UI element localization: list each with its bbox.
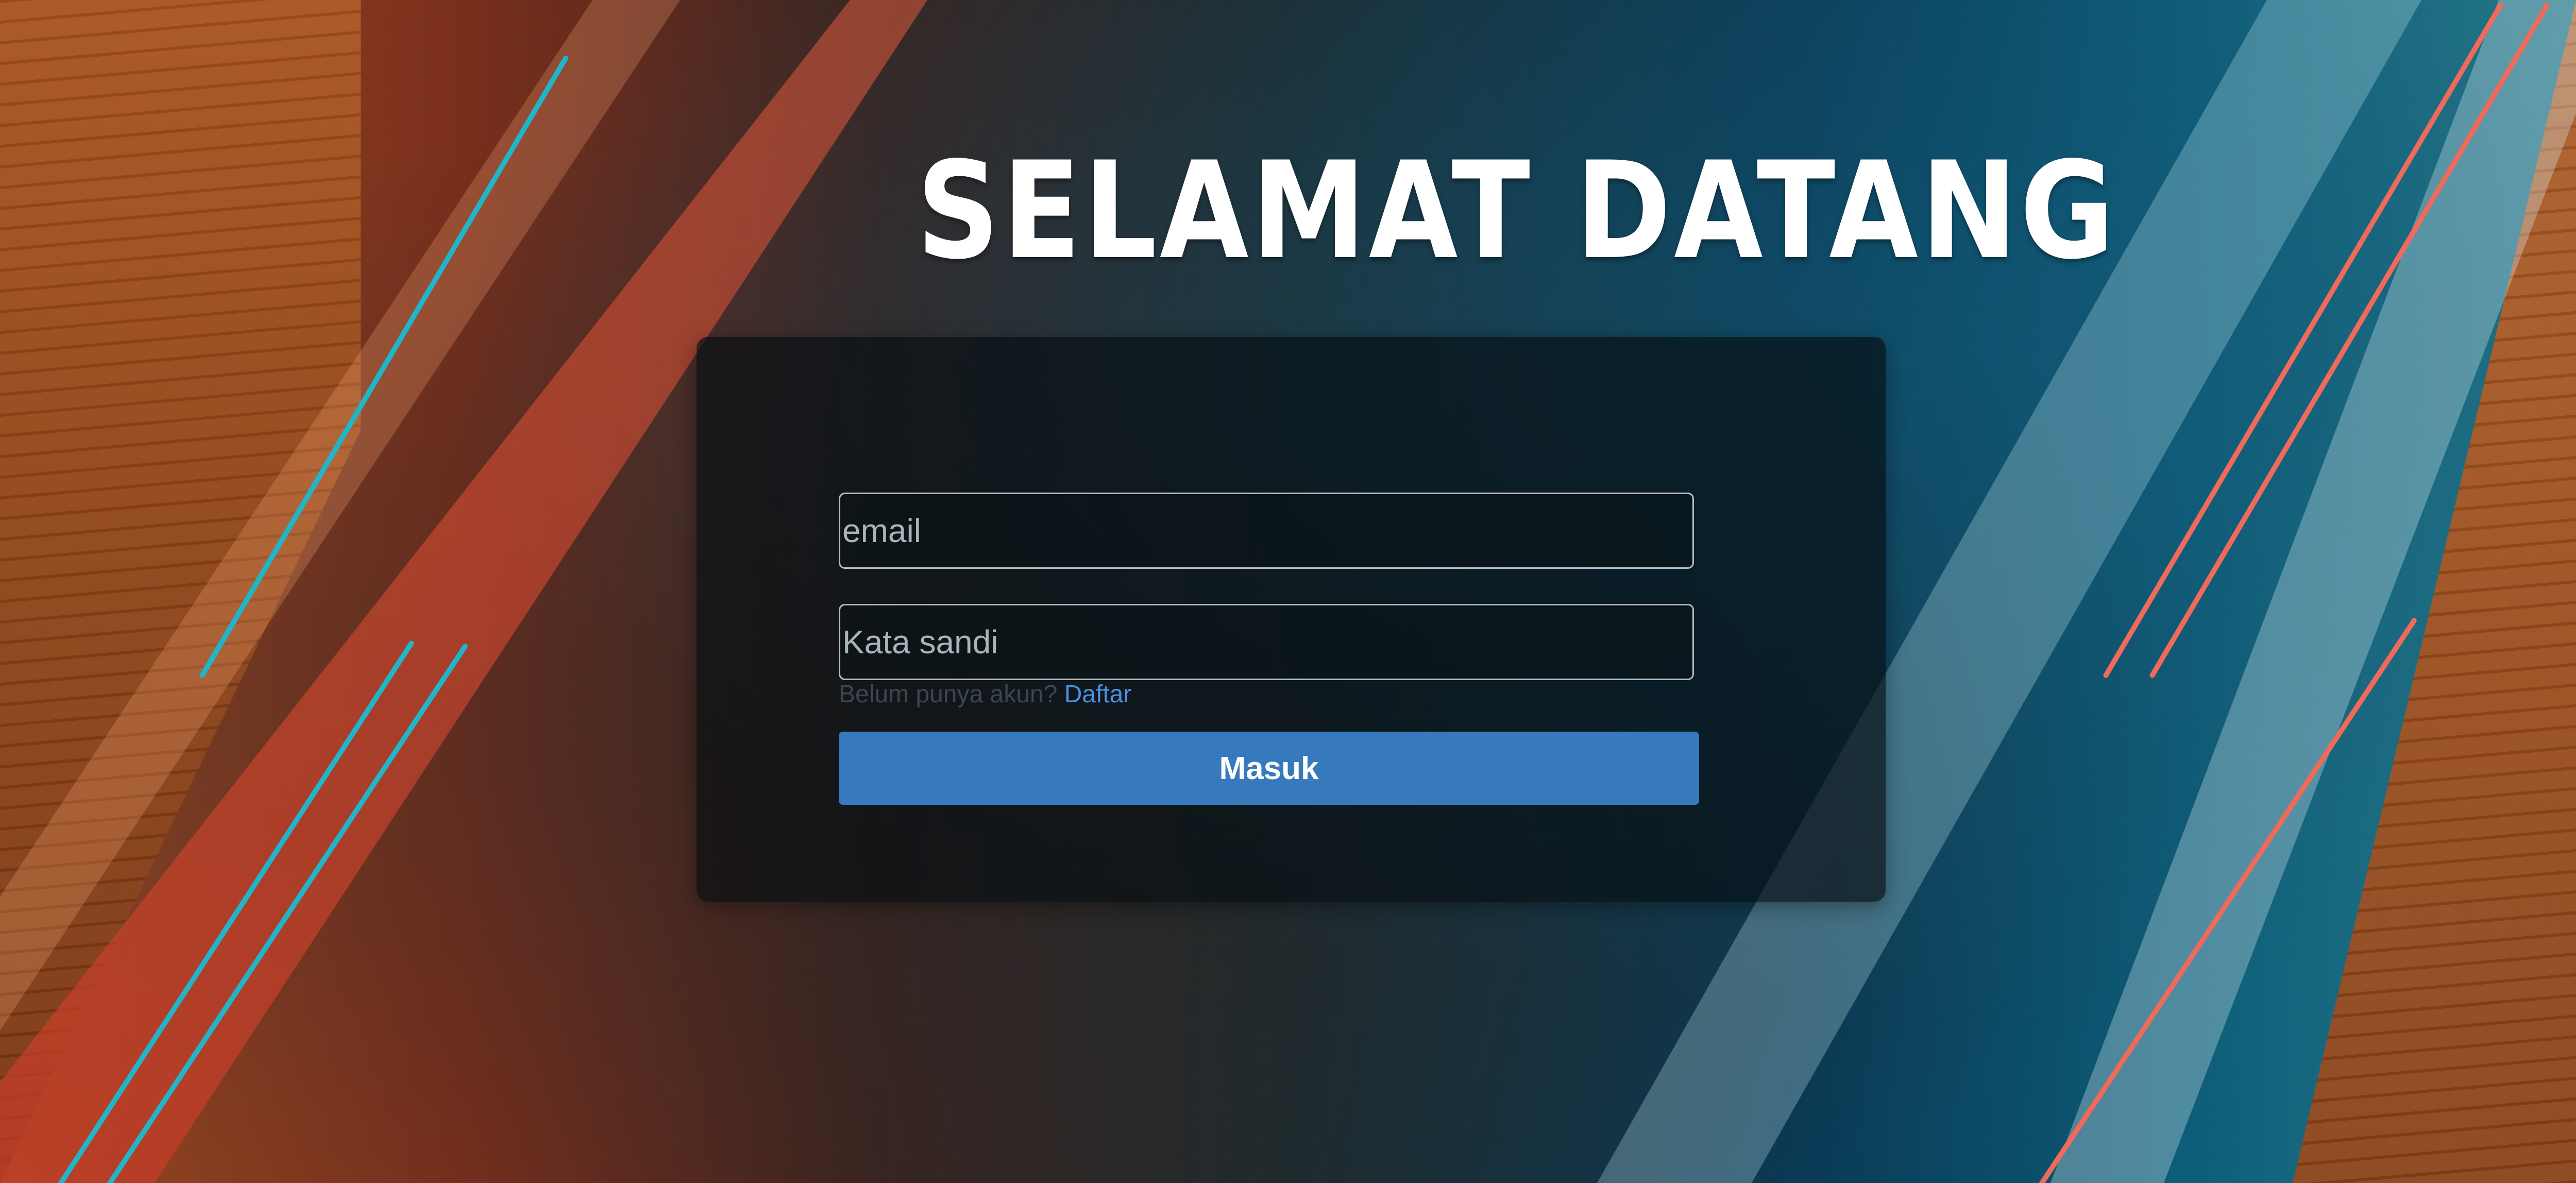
register-prompt-line: Belum punya akun? Daftar	[839, 680, 1131, 708]
register-prompt-text: Belum punya akun?	[839, 681, 1058, 708]
login-button[interactable]: Masuk	[839, 732, 1699, 805]
email-field[interactable]	[839, 493, 1694, 569]
password-field[interactable]	[839, 604, 1694, 680]
page-title: SELAMAT DATANG	[917, 133, 2117, 289]
register-link[interactable]: Daftar	[1064, 681, 1132, 708]
